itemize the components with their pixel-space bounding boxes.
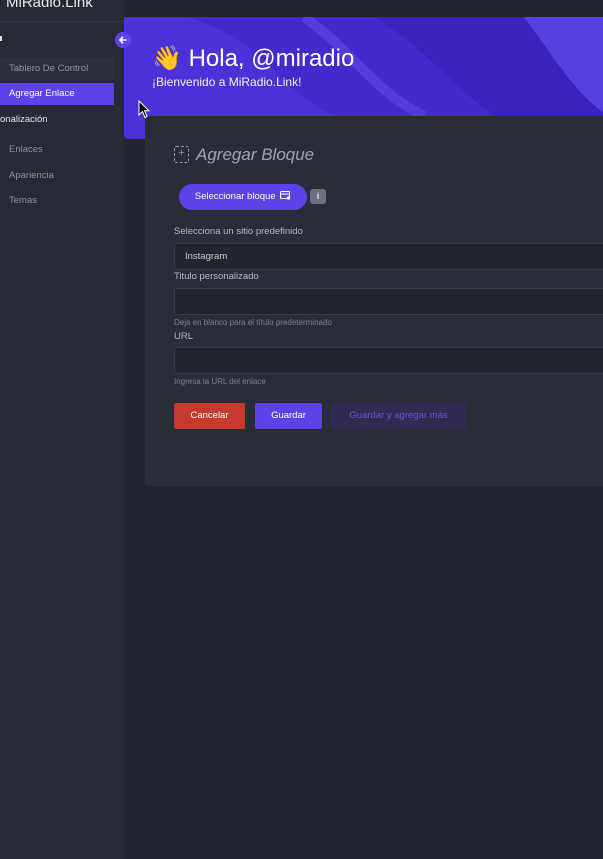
sidebar-item-themes[interactable]: Temas bbox=[9, 195, 37, 206]
custom-title-hint: Deja en blanco para el título predetermi… bbox=[174, 318, 332, 327]
sidebar-item-label: Agregar Enlace bbox=[9, 88, 75, 99]
sidebar-item-links[interactable]: Enlaces bbox=[9, 144, 43, 155]
sidebar-item-dashboard[interactable]: Tablero De Control bbox=[0, 58, 114, 80]
select-block-button[interactable]: Seleccionar bloque bbox=[179, 184, 307, 210]
add-block-card: + Agregar Bloque Seleccionar bloque i Se… bbox=[145, 116, 603, 486]
welcome-text: ¡Bienvenido a MiRadio.Link! bbox=[152, 75, 302, 89]
block-select-icon bbox=[280, 191, 291, 200]
url-hint: Ingresa la URL del enlace bbox=[174, 377, 266, 386]
waving-hand-icon: 👋 bbox=[152, 45, 182, 72]
divider bbox=[0, 21, 124, 22]
greeting-text: Hola, @miradio bbox=[188, 45, 355, 72]
arrow-left-icon bbox=[119, 36, 127, 44]
bullet-icon bbox=[0, 36, 2, 41]
collapse-sidebar-button[interactable] bbox=[115, 32, 131, 48]
custom-title-input[interactable] bbox=[174, 288, 603, 315]
sidebar-item-label: Tablero De Control bbox=[9, 63, 89, 74]
mouse-cursor-icon bbox=[138, 100, 150, 119]
sidebar-section-title: onalización bbox=[0, 114, 48, 125]
cancel-button[interactable]: Cancelar bbox=[174, 403, 245, 429]
save-button[interactable]: Guardar bbox=[255, 403, 322, 429]
top-bar bbox=[124, 0, 603, 17]
url-label: URL bbox=[174, 331, 194, 342]
sidebar-item-add-link[interactable]: Agregar Enlace bbox=[0, 83, 114, 105]
select-block-label: Seleccionar bloque bbox=[194, 191, 276, 202]
card-title: Agregar Bloque bbox=[196, 145, 315, 164]
add-block-icon: + bbox=[174, 146, 189, 163]
welcome-banner: 👋 Hola, @miradio ¡Bienvenido a MiRadio.L… bbox=[124, 17, 603, 116]
info-icon[interactable]: i bbox=[310, 189, 326, 204]
sidebar-item-appearance[interactable]: Apariencia bbox=[9, 170, 54, 181]
url-input[interactable] bbox=[174, 347, 603, 374]
preset-site-label: Selecciona un sitio predefinido bbox=[174, 226, 303, 237]
preset-site-select[interactable]: Instagram bbox=[174, 243, 603, 270]
save-and-add-more-button[interactable]: Guardar y agregar más bbox=[331, 403, 466, 429]
brand-name: MiRadio.Link bbox=[6, 0, 93, 11]
greeting-heading: 👋 Hola, @miradio bbox=[152, 44, 354, 73]
custom-title-label: Titulo personalizado bbox=[174, 271, 259, 282]
sidebar: MiRadio.Link Tablero De Control Agregar … bbox=[0, 0, 124, 859]
